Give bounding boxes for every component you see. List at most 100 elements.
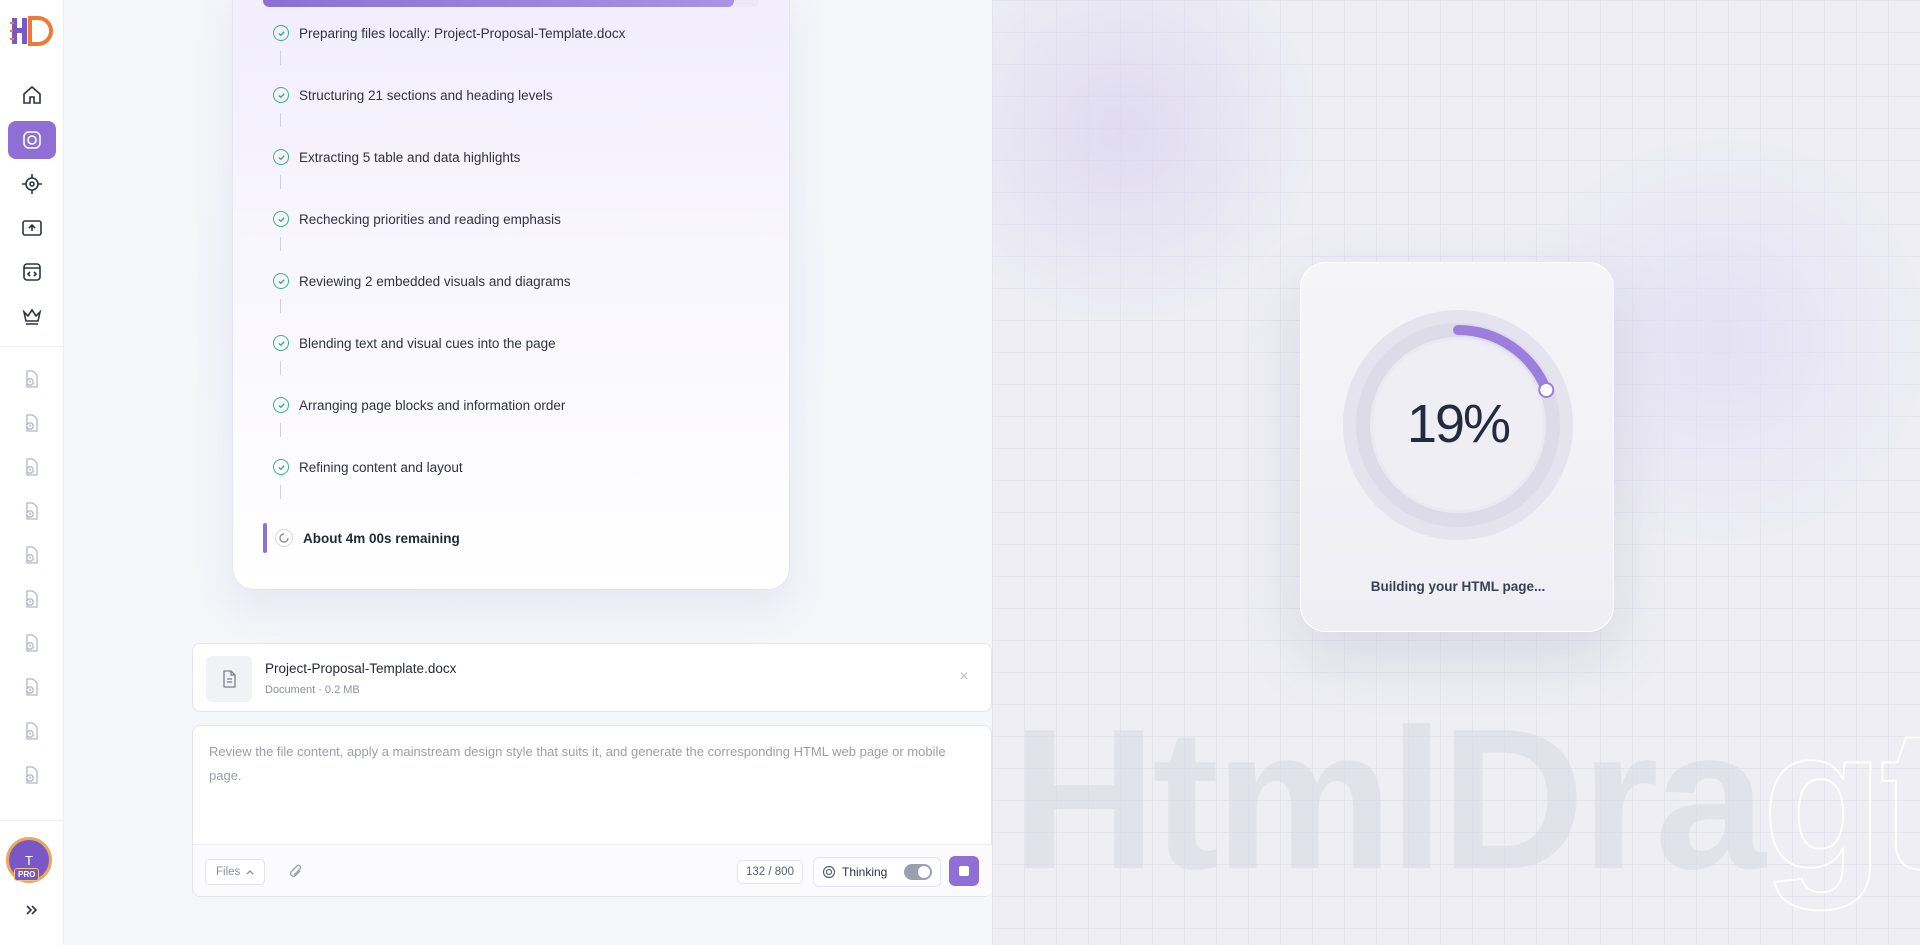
prompt-input[interactable]: Review the file content, apply a mainstr… — [209, 740, 979, 788]
check-icon — [273, 149, 289, 165]
history-item[interactable] — [12, 671, 52, 703]
check-icon — [273, 335, 289, 351]
file-name: Project-Proposal-Template.docx — [265, 661, 457, 676]
history-item[interactable] — [12, 407, 52, 439]
spinner-icon — [275, 529, 293, 547]
step-connector — [280, 237, 281, 251]
nav-premium[interactable] — [8, 297, 56, 335]
upload-icon — [22, 220, 42, 236]
thinking-toggle-control[interactable]: Thinking — [813, 857, 941, 887]
progress-step: Blending text and visual cues into the p… — [273, 331, 556, 355]
history-item[interactable] — [12, 715, 52, 747]
progress-step: Arranging page blocks and information or… — [273, 393, 565, 417]
history-document-icon — [26, 546, 38, 564]
step-label: Refining content and layout — [299, 459, 463, 475]
files-label: Files — [216, 866, 241, 878]
step-connector — [280, 299, 281, 313]
step-connector — [280, 485, 281, 499]
sidebar: T PRO — [0, 0, 64, 945]
history-item[interactable] — [12, 495, 52, 527]
history-document-icon — [26, 414, 38, 432]
check-icon — [273, 211, 289, 227]
step-label: Extracting 5 table and data highlights — [299, 149, 521, 165]
brain-icon — [822, 865, 836, 879]
step-label: Blending text and visual cues into the p… — [299, 335, 556, 351]
progress-caption: Building your HTML page... — [1370, 579, 1546, 594]
prompt-toolbar: Files 132 / 800 Thinking — [193, 844, 993, 896]
nav-target[interactable] — [8, 165, 56, 203]
history-document-icon — [26, 722, 38, 740]
toggle-knob — [918, 866, 930, 878]
history-item[interactable] — [12, 539, 52, 571]
progress-step: Preparing files locally: Project-Proposa… — [273, 21, 625, 45]
history-document-icon — [26, 590, 38, 608]
step-connector — [280, 361, 281, 375]
history-item[interactable] — [12, 627, 52, 659]
watermark-solid: HtmlDra — [1012, 688, 1766, 911]
history-item[interactable] — [12, 363, 52, 395]
preview-panel: HtmlDragt 19% Building your HTML page... — [992, 0, 1920, 945]
history-item[interactable] — [12, 451, 52, 483]
sidebar-divider — [0, 820, 64, 821]
crown-icon — [22, 308, 42, 325]
step-label: Arranging page blocks and information or… — [299, 397, 566, 413]
progress-steps-card: Preparing files locally: Project-Proposa… — [232, 0, 790, 590]
home-icon — [23, 85, 41, 104]
history-document-icon — [26, 634, 38, 652]
nav-upload[interactable] — [8, 209, 56, 247]
expand-sidebar-button[interactable] — [18, 898, 46, 922]
history-item[interactable] — [12, 759, 52, 791]
file-meta: Document · 0.2 MB — [265, 684, 360, 696]
background-blob — [992, 0, 1332, 320]
progress-percent: 19% — [1406, 394, 1511, 454]
top-progress-fill — [263, 0, 735, 7]
step-label: Reviewing 2 embedded visuals and diagram… — [299, 273, 571, 289]
build-progress-card: 19% Building your HTML page... — [1300, 262, 1614, 632]
nav-create[interactable] — [8, 121, 56, 159]
thinking-toggle[interactable] — [904, 864, 932, 880]
step-connector — [280, 175, 281, 189]
progress-step: Structuring 21 sections and heading leve… — [273, 83, 553, 107]
avatar-initial: T — [25, 852, 33, 868]
check-icon — [273, 87, 289, 103]
remaining-time-label: About 4m 00s remaining — [303, 530, 460, 546]
history-item[interactable] — [12, 583, 52, 615]
nav-code[interactable] — [8, 253, 56, 291]
top-progress-bar — [263, 0, 759, 7]
history-document-icon — [26, 370, 38, 388]
stop-icon — [959, 866, 969, 876]
pro-badge: PRO — [14, 868, 40, 881]
step-connector — [280, 51, 281, 65]
stop-generation-button[interactable] — [949, 856, 979, 886]
crosshair-icon — [22, 174, 42, 194]
step-label: Structuring 21 sections and heading leve… — [299, 87, 553, 103]
attached-file-card: Project-Proposal-Template.docx Document … — [192, 643, 992, 712]
prompt-box[interactable]: Review the file content, apply a mainstr… — [192, 725, 993, 897]
history-document-icon — [26, 458, 38, 476]
watermark-outline: gt — [1761, 688, 1920, 911]
document-icon — [206, 656, 252, 702]
step-label: Rechecking priorities and reading emphas… — [299, 211, 561, 227]
current-step-indicator — [263, 523, 267, 553]
check-icon — [273, 397, 289, 413]
brand-watermark: HtmlDragt — [1012, 699, 1920, 901]
chevron-up-icon — [246, 870, 254, 875]
remove-file-button[interactable]: × — [955, 668, 973, 686]
thinking-label: Thinking — [842, 865, 888, 879]
progress-step: Extracting 5 table and data highlights — [273, 145, 520, 169]
progress-step: Reviewing 2 embedded visuals and diagram… — [273, 269, 571, 293]
character-counter: 132 / 800 — [737, 860, 803, 884]
current-step: About 4m 00s remaining — [263, 523, 460, 553]
sidebar-divider — [0, 346, 64, 347]
step-label: Preparing files locally: Project-Proposa… — [299, 25, 626, 41]
nav-home[interactable] — [8, 76, 56, 114]
attach-button[interactable] — [285, 861, 307, 883]
check-icon — [273, 25, 289, 41]
chat-panel: Preparing files locally: Project-Proposa… — [64, 0, 993, 945]
camera-icon — [23, 131, 41, 149]
files-dropdown-button[interactable]: Files — [205, 859, 266, 885]
progress-step: Refining content and layout — [273, 455, 463, 479]
app-logo[interactable] — [10, 14, 56, 48]
history-document-icon — [26, 502, 38, 520]
progress-step: Rechecking priorities and reading emphas… — [273, 207, 561, 231]
